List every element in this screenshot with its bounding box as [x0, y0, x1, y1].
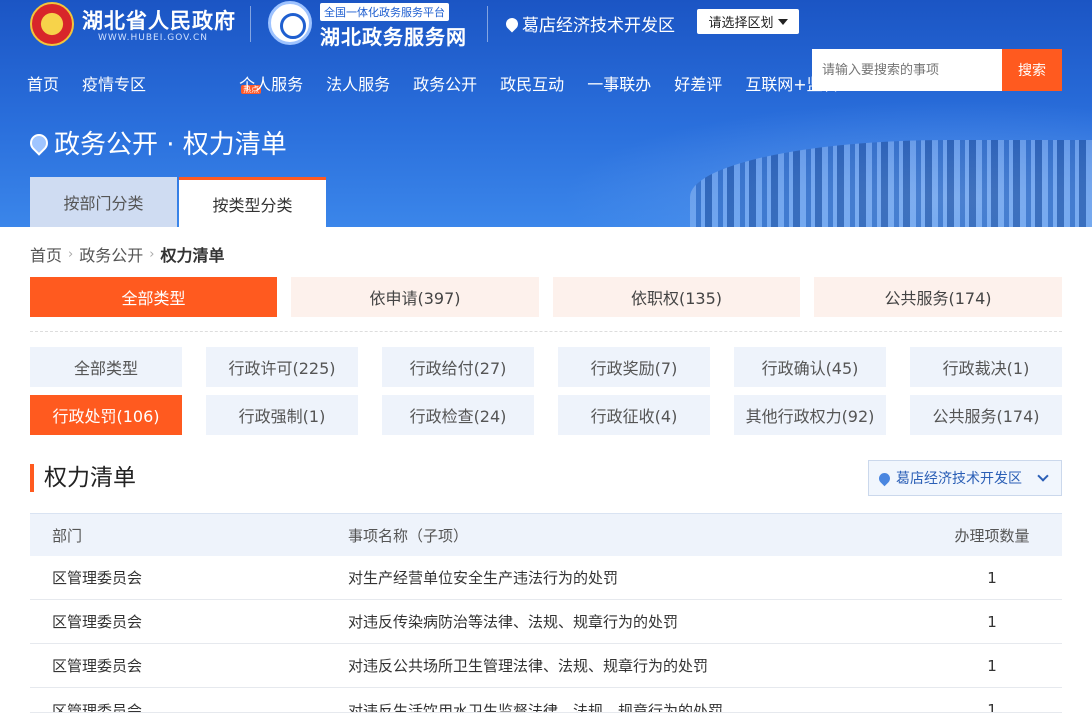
breadcrumb-gov-open[interactable]: 政务公开 — [79, 242, 143, 266]
cell-item-name[interactable]: 对生产经营单位安全生产违法行为的处罚 — [348, 556, 618, 599]
type-penalty[interactable]: 行政处罚(106) — [30, 395, 182, 435]
tab-by-type[interactable]: 按类型分类 — [179, 177, 326, 227]
nav-item-home[interactable]: 首页 — [27, 71, 59, 95]
cell-department: 区管理委员会 — [52, 613, 143, 631]
breadcrumb: 首页 › 政务公开 › 权力清单 — [30, 242, 224, 266]
search-button[interactable]: 搜索 — [1002, 49, 1062, 91]
divider — [487, 6, 488, 42]
type-levy[interactable]: 行政征收(4) — [558, 395, 710, 435]
table-row[interactable]: 区管理委员会 对生产经营单位安全生产违法行为的处罚 1 — [30, 556, 1062, 600]
gov-site-url: WWW.HUBEI.GOV.CN — [98, 33, 209, 43]
cell-item-name[interactable]: 对违反公共场所卫生管理法律、法规、规章行为的处罚 — [348, 644, 708, 687]
region-select[interactable]: 葛店经济技术开发区 — [868, 460, 1062, 496]
location-pin-icon — [26, 129, 52, 156]
cell-department: 区管理委员会 — [52, 569, 143, 587]
cell-item-name[interactable]: 对违反传染病防治等法律、法规、规章行为的处罚 — [348, 600, 678, 643]
chevron-right-icon: › — [68, 246, 74, 262]
type-reward[interactable]: 行政奖励(7) — [558, 347, 710, 387]
chevron-right-icon: › — [149, 246, 155, 262]
national-emblem-icon — [30, 2, 74, 46]
category-all[interactable]: 全部类型 — [30, 277, 277, 317]
nav-item-epidemic-label: 疫情专区 — [82, 75, 147, 94]
current-location: 葛店经济技术开发区 — [503, 11, 675, 36]
nav-item-epidemic[interactable]: 疫情专区 热点 — [82, 71, 262, 95]
cell-count: 1 — [987, 612, 997, 631]
category-by-application[interactable]: 依申请(397) — [291, 277, 539, 317]
type-payment[interactable]: 行政给付(27) — [382, 347, 534, 387]
nav-item-interaction[interactable]: 政民互动 — [500, 71, 564, 95]
category-by-authority[interactable]: 依职权(135) — [553, 277, 800, 317]
column-header-count: 办理项数量 — [954, 526, 1030, 545]
cell-count: 1 — [987, 656, 997, 675]
type-enforcement[interactable]: 行政强制(1) — [206, 395, 358, 435]
type-all[interactable]: 全部类型 — [30, 347, 182, 387]
select-region-label: 请选择区划 — [708, 16, 774, 31]
top-bar: 湖北省人民政府 WWW.HUBEI.GOV.CN 全国一体化政务服务平台 湖北政… — [0, 0, 1092, 50]
table-row[interactable]: 区管理委员会 对违反公共场所卫生管理法律、法规、规章行为的处罚 1 — [30, 644, 1062, 688]
service-site-title[interactable]: 湖北政务服务网 — [320, 21, 467, 50]
category-public-service[interactable]: 公共服务(174) — [814, 277, 1062, 317]
table-header: 部门 事项名称（子项） 办理项数量 — [30, 513, 1062, 556]
main-nav: 首页 疫情专区 热点 个人服务 法人服务 政务公开 政民互动 一事联办 好差评 … — [27, 71, 862, 95]
cell-count: 1 — [987, 701, 997, 713]
divider — [30, 331, 1062, 332]
nav-item-legal-person[interactable]: 法人服务 — [326, 71, 390, 95]
type-adjudication[interactable]: 行政裁决(1) — [910, 347, 1062, 387]
caret-down-icon — [777, 18, 788, 25]
type-public-service[interactable]: 公共服务(174) — [910, 395, 1062, 435]
breadcrumb-home[interactable]: 首页 — [30, 242, 62, 266]
location-pin-icon — [503, 15, 521, 32]
chevron-down-icon — [1037, 470, 1049, 482]
tab-by-department[interactable]: 按部门分类 — [30, 177, 177, 227]
type-inspection[interactable]: 行政检查(24) — [382, 395, 534, 435]
region-select-value: 葛店经济技术开发区 — [896, 471, 1022, 487]
service-platform-logo-icon — [268, 1, 312, 45]
section-title: 权力清单 — [30, 464, 136, 492]
location-pin-icon — [876, 470, 893, 486]
cell-item-name[interactable]: 对违反生活饮用水卫生监督法律、法规、规章行为的处罚 — [348, 688, 723, 713]
cell-department: 区管理委员会 — [52, 701, 143, 713]
platform-badge: 全国一体化政务服务平台 — [320, 3, 449, 21]
nav-item-gov-open[interactable]: 政务公开 — [413, 71, 477, 95]
page-title: 政务公开 · 权力清单 — [26, 124, 287, 161]
type-license[interactable]: 行政许可(225) — [206, 347, 358, 387]
page-title-text: 政务公开 · 权力清单 — [54, 130, 287, 160]
current-location-label: 葛店经济技术开发区 — [522, 16, 675, 36]
nav-item-personal[interactable]: 个人服务 — [239, 71, 303, 95]
divider — [250, 6, 251, 42]
column-header-item-name: 事项名称（子项） — [348, 526, 469, 545]
type-other-power[interactable]: 其他行政权力(92) — [734, 395, 886, 435]
cell-count: 1 — [987, 568, 997, 587]
breadcrumb-current: 权力清单 — [160, 246, 225, 265]
select-region-button[interactable]: 请选择区划 — [697, 9, 799, 34]
search-input[interactable] — [812, 49, 1002, 91]
gov-site-title[interactable]: 湖北省人民政府 — [82, 5, 236, 35]
nav-item-one-thing[interactable]: 一事联办 — [587, 71, 651, 95]
type-confirmation[interactable]: 行政确认(45) — [734, 347, 886, 387]
table-row[interactable]: 区管理委员会 对违反传染病防治等法律、法规、规章行为的处罚 1 — [30, 600, 1062, 644]
table-row[interactable]: 区管理委员会 对违反生活饮用水卫生监督法律、法规、规章行为的处罚 1 — [30, 688, 1062, 713]
column-header-department: 部门 — [52, 526, 83, 545]
cell-department: 区管理委员会 — [52, 657, 143, 675]
nav-item-rating[interactable]: 好差评 — [674, 71, 722, 95]
